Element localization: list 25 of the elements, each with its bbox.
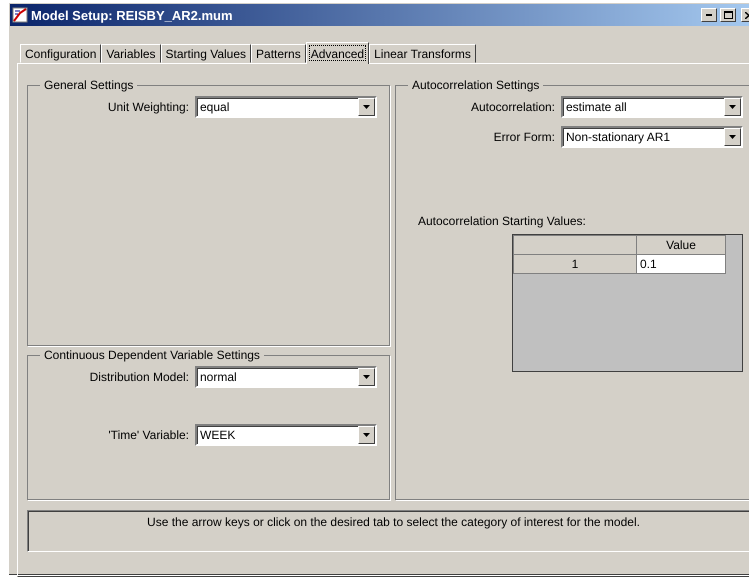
tab[interactable]: Starting Values (160, 44, 252, 63)
dropdown[interactable]: equal (195, 96, 377, 118)
column-header: Value (636, 236, 726, 254)
group-title: Continuous Dependent Variable Settings (43, 348, 261, 362)
status-bar: Use the arrow keys or click on the desired tab to select the category of interest for the model. (27, 510, 749, 552)
group-title: General Settings (43, 78, 134, 92)
tab[interactable]: Variables (101, 44, 161, 63)
field-label: Error Form: (494, 130, 555, 144)
tab[interactable]: Configuration (20, 44, 102, 63)
dropdown[interactable]: estimate all (561, 96, 743, 118)
field-label: Autocorrelation: (470, 100, 555, 114)
table-cell[interactable]: 0.1 (636, 254, 726, 274)
row-header: 1 (514, 254, 636, 274)
table-title: Autocorrelation Starting Values: (418, 214, 587, 228)
field-label: Distribution Model: (90, 370, 189, 384)
group-title: Autocorrelation Settings (411, 78, 540, 92)
field-label: 'Time' Variable: (108, 428, 189, 442)
dropdown[interactable]: Non-stationary AR1 (561, 126, 743, 148)
tab[interactable]: Patterns (251, 44, 306, 63)
window-title: Model Setup: REISBY_AR2.mum (31, 8, 234, 22)
dropdown[interactable]: WEEK (195, 424, 377, 446)
tab[interactable]: Advanced (306, 42, 370, 64)
dropdown[interactable]: normal (195, 366, 377, 388)
tab[interactable]: Linear Transforms (369, 44, 476, 63)
field-label: Unit Weighting: (108, 100, 189, 114)
